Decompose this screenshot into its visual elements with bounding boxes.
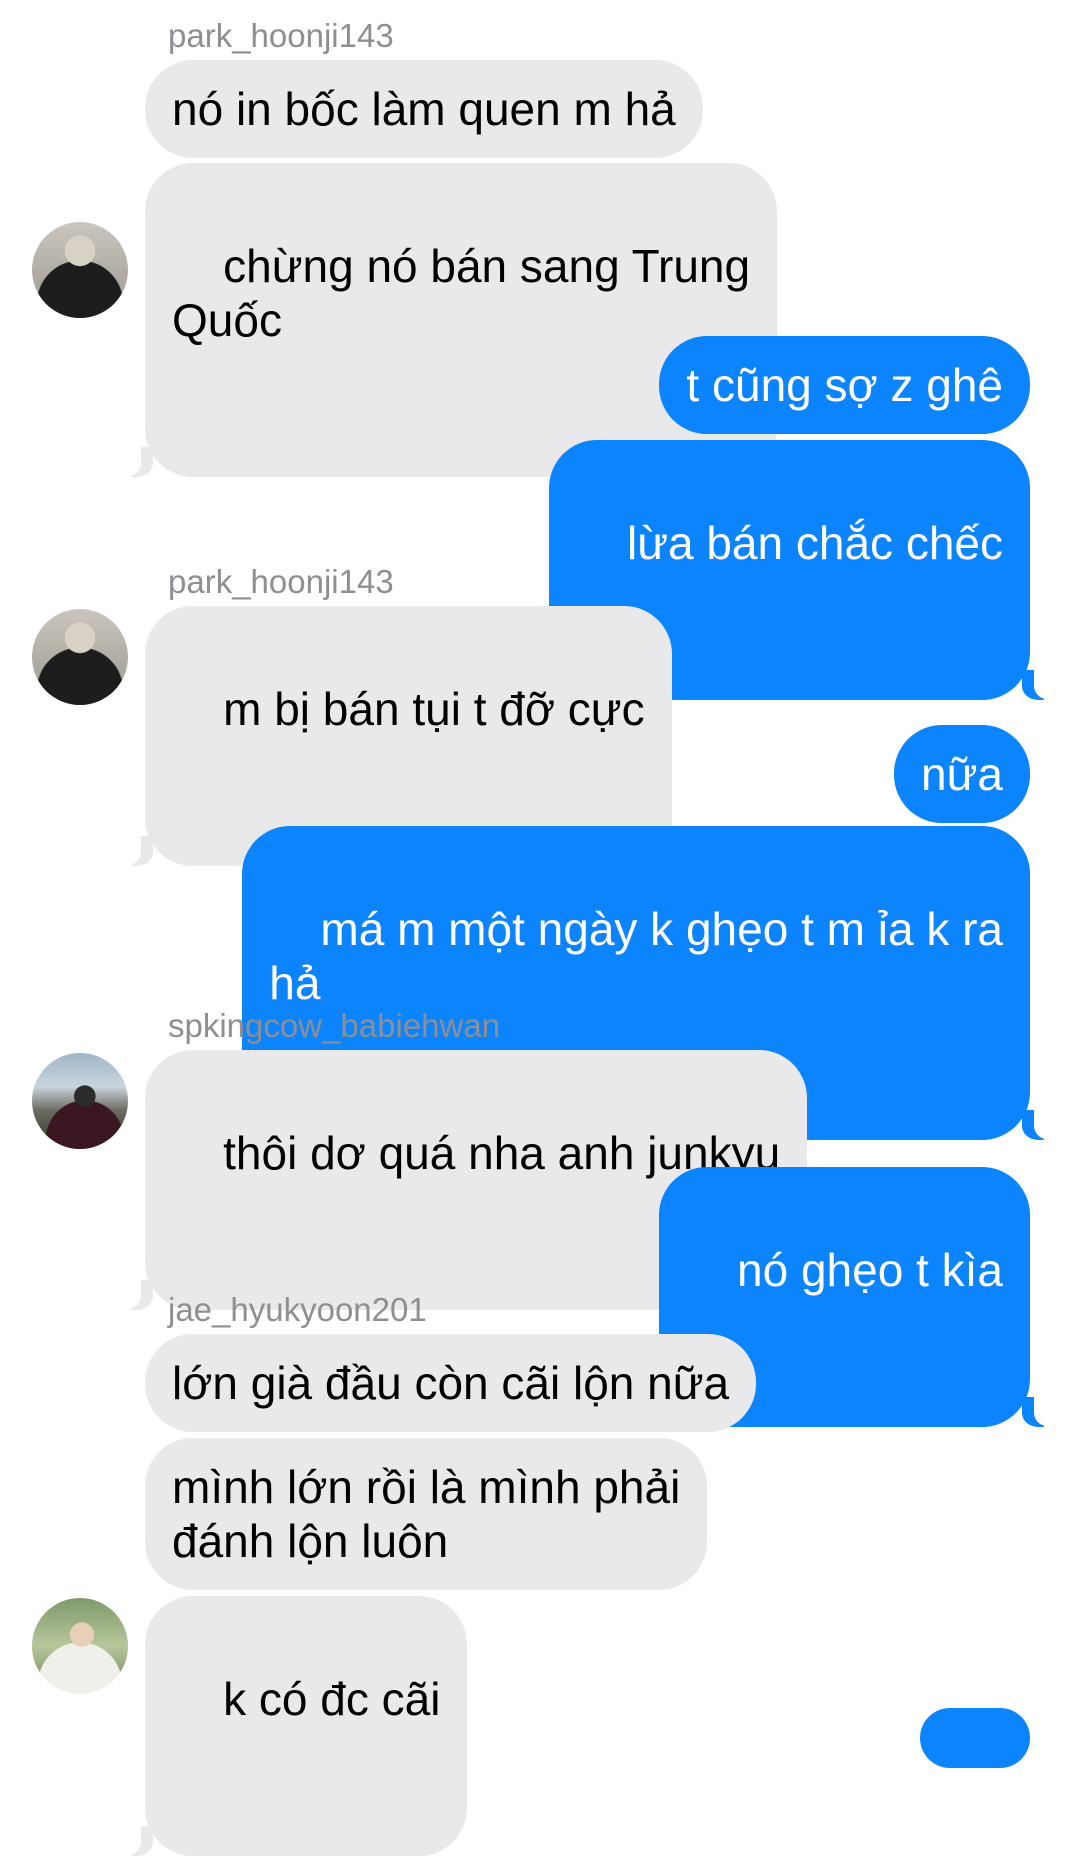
sender-name: spkingcow_babiehwan: [168, 1007, 501, 1044]
outgoing-message[interactable]: nữa: [894, 725, 1030, 823]
incoming-message[interactable]: nó in bốc làm quen m hả: [145, 60, 703, 158]
incoming-message[interactable]: chừng nó bán sang Trung Quốc: [115, 163, 778, 477]
outgoing-message-partial[interactable]: [920, 1708, 1030, 1768]
bubble-tail: [1022, 1106, 1060, 1140]
incoming-message[interactable]: k có đc cãi: [115, 1596, 468, 1856]
outgoing-message[interactable]: t cũng sợ z ghê: [659, 336, 1030, 434]
bubble-tail: [1022, 666, 1060, 700]
message-text: chừng nó bán sang Trung Quốc: [172, 240, 751, 346]
chat-thread: park_hoonji143 nó in bốc làm quen m hả c…: [0, 0, 1079, 1856]
message-text: k có đc cãi: [223, 1673, 441, 1725]
bubble-tail: [115, 832, 153, 866]
message-text: nó ghẹo t kìa: [737, 1244, 1003, 1296]
bubble-tail: [115, 1822, 153, 1856]
incoming-message[interactable]: mình lớn rồi là mình phải đánh lộn luôn: [145, 1438, 708, 1590]
message-text: má m một ngày k ghẹo t m ỉa k ra hả: [269, 903, 1003, 1009]
incoming-message[interactable]: lớn già đầu còn cãi lộn nữa: [145, 1334, 757, 1432]
message-text: m bị bán tụi t đỡ cực: [223, 683, 645, 735]
bubble-tail: [1022, 1393, 1060, 1427]
sender-avatar[interactable]: [32, 1598, 128, 1694]
sender-name: park_hoonji143: [168, 563, 394, 600]
sender-avatar[interactable]: [32, 609, 128, 705]
sender-avatar[interactable]: [32, 1053, 128, 1149]
sender-avatar[interactable]: [32, 222, 128, 318]
bubble-tail: [115, 443, 153, 477]
sender-name: jae_hyukyoon201: [168, 1291, 427, 1328]
sender-name: park_hoonji143: [168, 17, 394, 54]
bubble-tail: [115, 1276, 153, 1310]
message-text: lừa bán chắc chếc: [626, 517, 1003, 569]
